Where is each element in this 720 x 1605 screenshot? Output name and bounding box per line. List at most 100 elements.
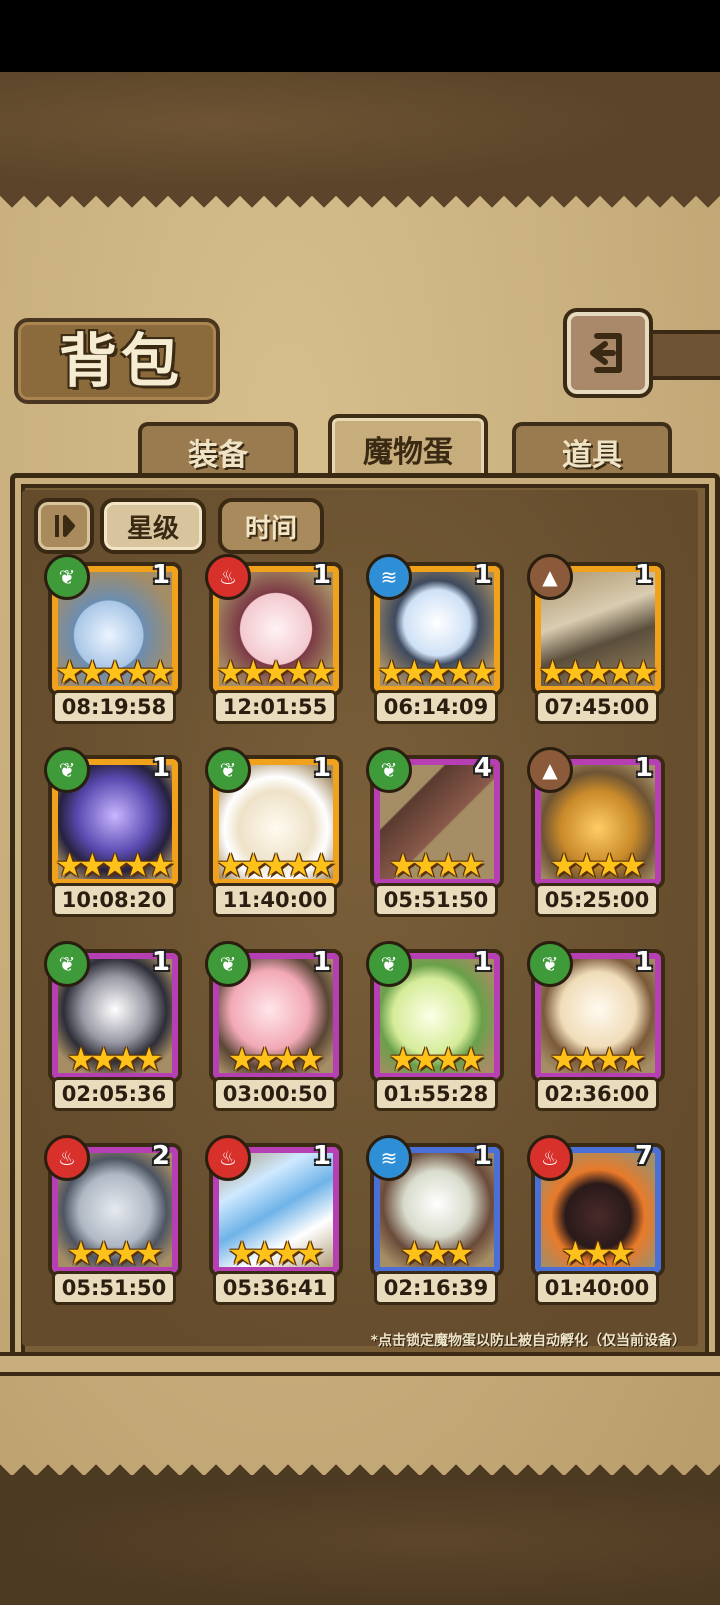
star-rating: ★★★★★	[216, 653, 335, 691]
egg-count: 1	[151, 560, 170, 590]
tab-monster-eggs[interactable]: 魔物蛋	[328, 414, 488, 480]
sort-by-time-label: 时间	[244, 513, 297, 544]
hatch-timer: 02:16:39	[374, 1271, 498, 1305]
hatch-timer: 01:55:28	[374, 1077, 498, 1111]
grass-element-icon: ❦	[205, 747, 251, 793]
egg-card[interactable]: ≋ 1 ★★★ 02:16:39	[366, 1131, 504, 1305]
tab-bar: 装备 魔物蛋 道具	[14, 414, 706, 480]
egg-count: 1	[151, 947, 170, 977]
egg-card[interactable]: ❦ 1 ★★★★★ 11:40:00	[205, 743, 343, 917]
egg-count: 1	[634, 560, 653, 590]
hatch-timer: 05:36:41	[213, 1271, 337, 1305]
egg-card[interactable]: ❦ 1 ★★★★ 03:00:50	[205, 937, 343, 1111]
star-rating: ★★★★	[66, 1234, 164, 1272]
star-rating: ★★★	[560, 1234, 635, 1272]
grass-element-icon: ❦	[366, 747, 412, 793]
egg-card[interactable]: ♨ 2 ★★★★ 05:51:50	[44, 1131, 182, 1305]
hatch-timer: 05:51:50	[374, 883, 498, 917]
sort-by-star-label: 星级	[126, 513, 179, 544]
hatch-timer: 05:51:50	[52, 1271, 176, 1305]
back-arrow-icon	[590, 333, 622, 373]
egg-card[interactable]: ❦ 1 ★★★★ 01:55:28	[366, 937, 504, 1111]
map-background-top	[0, 72, 720, 200]
tab-items-label: 道具	[562, 438, 622, 473]
egg-count: 1	[634, 947, 653, 977]
egg-count: 1	[473, 1141, 492, 1171]
map-background-bottom	[0, 1475, 720, 1605]
sort-order-toggle[interactable]	[34, 498, 94, 554]
grass-element-icon: ❦	[44, 554, 90, 600]
egg-count: 1	[312, 560, 331, 590]
sort-by-time-button[interactable]: 时间	[218, 498, 324, 554]
star-rating: ★★★★★	[538, 653, 657, 691]
egg-card[interactable]: ▲ 1 ★★★★ 05:25:00	[527, 743, 665, 917]
tab-monster-eggs-label: 魔物蛋	[363, 435, 453, 470]
egg-card[interactable]: ❦ 1 ★★★★★ 08:19:58	[44, 550, 182, 724]
egg-count: 1	[151, 753, 170, 783]
fire-element-icon: ♨	[527, 1135, 573, 1181]
egg-card[interactable]: ▲ 1 ★★★★★ 07:45:00	[527, 550, 665, 724]
egg-card[interactable]: ≋ 1 ★★★★★ 06:14:09	[366, 550, 504, 724]
back-button-rail	[645, 330, 720, 380]
egg-card[interactable]: ❦ 4 ★★★★ 05:51:50	[366, 743, 504, 917]
star-rating: ★★★★★	[377, 653, 496, 691]
star-rating: ★★★★★	[55, 653, 174, 691]
egg-count: 1	[473, 560, 492, 590]
torn-edge-bottom	[0, 1452, 720, 1476]
hatch-timer: 11:40:00	[213, 883, 337, 917]
fire-element-icon: ♨	[205, 1135, 251, 1181]
water-element-icon: ≋	[366, 1135, 412, 1181]
egg-count: 1	[312, 1141, 331, 1171]
back-button[interactable]	[563, 308, 653, 398]
hatch-timer: 02:36:00	[535, 1077, 659, 1111]
earth-element-icon: ▲	[527, 554, 573, 600]
tab-equipment-label: 装备	[188, 438, 248, 473]
tab-equipment[interactable]: 装备	[138, 422, 298, 478]
star-rating: ★★★★	[227, 1234, 325, 1272]
hatch-timer: 05:25:00	[535, 883, 659, 917]
grass-element-icon: ❦	[44, 941, 90, 987]
egg-count: 2	[151, 1141, 170, 1171]
hatch-timer: 03:00:50	[213, 1077, 337, 1111]
star-rating: ★★★★★	[55, 846, 174, 884]
egg-count: 7	[634, 1141, 653, 1171]
star-rating: ★★★	[399, 1234, 474, 1272]
grass-element-icon: ❦	[366, 941, 412, 987]
egg-card[interactable]: ❦ 1 ★★★★ 02:05:36	[44, 937, 182, 1111]
fire-element-icon: ♨	[44, 1135, 90, 1181]
grass-element-icon: ❦	[44, 747, 90, 793]
title-plate: 背包	[14, 318, 220, 404]
tab-items[interactable]: 道具	[512, 422, 672, 478]
egg-card[interactable]: ❦ 1 ★★★★ 02:36:00	[527, 937, 665, 1111]
egg-card[interactable]: ♨ 1 ★★★★ 05:36:41	[205, 1131, 343, 1305]
lock-hint-footnote: *点击锁定魔物蛋以防止被自动孵化（仅当前设备）	[370, 1333, 686, 1349]
star-rating: ★★★★	[549, 846, 647, 884]
hatch-timer: 02:05:36	[52, 1077, 176, 1111]
grass-element-icon: ❦	[527, 941, 573, 987]
hatch-timer: 07:45:00	[535, 690, 659, 724]
egg-count: 1	[312, 753, 331, 783]
hatch-timer: 12:01:55	[213, 690, 337, 724]
hatch-timer: 08:19:58	[52, 690, 176, 724]
egg-card[interactable]: ♨ 7 ★★★ 01:40:00	[527, 1131, 665, 1305]
fire-element-icon: ♨	[205, 554, 251, 600]
star-rating: ★★★★	[549, 1040, 647, 1078]
torn-edge-top	[0, 196, 720, 220]
status-bar	[0, 0, 720, 72]
panel-bottom-rail	[0, 1352, 720, 1376]
star-rating: ★★★★	[227, 1040, 325, 1078]
egg-count: 1	[473, 947, 492, 977]
star-rating: ★★★★	[388, 846, 486, 884]
egg-count: 1	[634, 753, 653, 783]
sort-toggle-icon	[55, 515, 75, 537]
star-rating: ★★★★★	[216, 846, 335, 884]
hatch-timer: 10:08:20	[52, 883, 176, 917]
grass-element-icon: ❦	[205, 941, 251, 987]
star-rating: ★★★★	[388, 1040, 486, 1078]
sort-by-star-button[interactable]: 星级	[100, 498, 206, 554]
egg-card[interactable]: ♨ 1 ★★★★★ 12:01:55	[205, 550, 343, 724]
earth-element-icon: ▲	[527, 747, 573, 793]
water-element-icon: ≋	[366, 554, 412, 600]
egg-card[interactable]: ❦ 1 ★★★★★ 10:08:20	[44, 743, 182, 917]
egg-count: 1	[312, 947, 331, 977]
